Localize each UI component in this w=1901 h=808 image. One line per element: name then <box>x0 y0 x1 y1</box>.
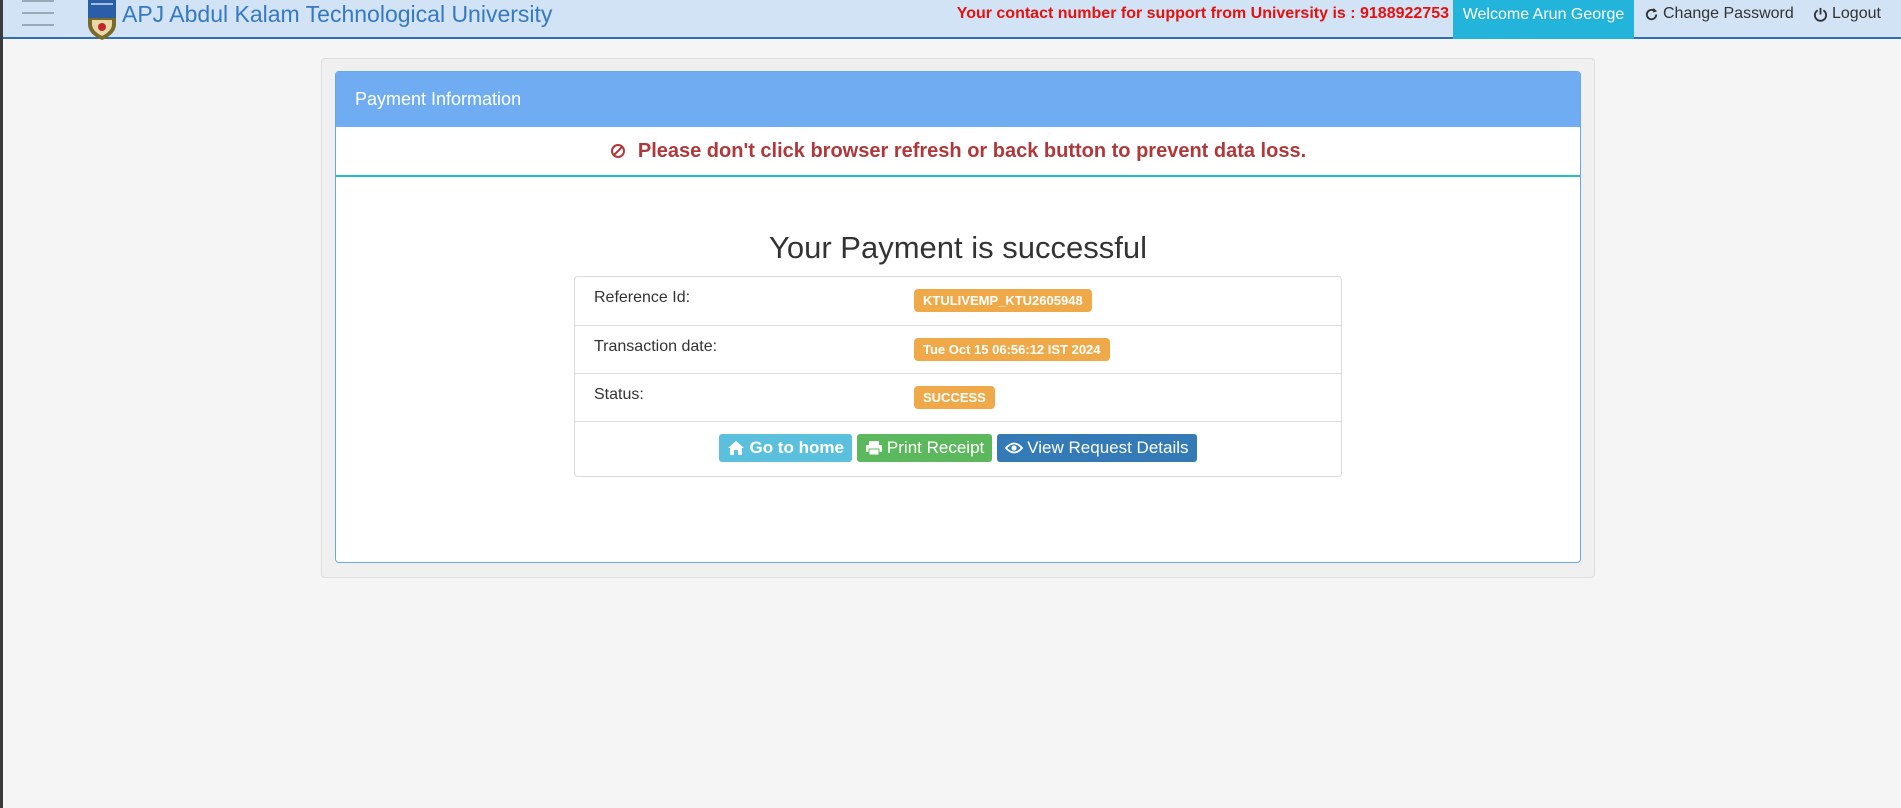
reference-id-badge: KTULIVEMP_KTU2605948 <box>914 289 1092 312</box>
payment-details-table: Reference Id: KTULIVEMP_KTU2605948 Trans… <box>574 276 1342 477</box>
power-icon <box>1813 7 1828 22</box>
logout-link[interactable]: Logout <box>1813 5 1881 23</box>
refresh-icon <box>1645 7 1658 20</box>
top-navbar: APJ Abdul Kalam Technological University… <box>3 0 1901 40</box>
go-to-home-label: Go to home <box>749 438 844 457</box>
view-request-details-button[interactable]: View Request Details <box>997 434 1197 462</box>
ban-icon <box>610 144 625 158</box>
status-badge: SUCCESS <box>914 386 995 409</box>
view-request-details-label: View Request Details <box>1027 438 1189 457</box>
panel-title: Payment Information <box>336 72 1580 127</box>
change-password-link[interactable]: Change Password <box>1644 5 1794 23</box>
warning-message: Please don't click browser refresh or ba… <box>336 127 1580 177</box>
transaction-date-label: Transaction date: <box>594 338 718 355</box>
payment-panel: Payment Information Please don't click b… <box>335 71 1581 563</box>
print-receipt-label: Print Receipt <box>886 438 985 457</box>
print-icon <box>865 441 882 456</box>
table-row: Transaction date: Tue Oct 15 06:56:12 IS… <box>575 326 1341 374</box>
status-label: Status: <box>594 386 644 403</box>
menu-icon[interactable] <box>22 0 54 27</box>
welcome-user[interactable]: Welcome Arun George <box>1453 0 1634 39</box>
table-row: Reference Id: KTULIVEMP_KTU2605948 <box>575 277 1341 326</box>
logout-label: Logout <box>1832 5 1881 22</box>
action-buttons: Go to home Print Receipt View Request De… <box>575 434 1341 462</box>
window-edge <box>0 0 3 808</box>
reference-id-label: Reference Id: <box>594 289 691 306</box>
print-receipt-button[interactable]: Print Receipt <box>856 434 993 462</box>
eye-icon <box>1005 442 1024 454</box>
support-contact-text: Your contact number for support from Uni… <box>956 5 1449 22</box>
brand-title[interactable]: APJ Abdul Kalam Technological University <box>122 1 552 27</box>
warning-text: Please don't click browser refresh or ba… <box>637 139 1307 162</box>
transaction-date-badge: Tue Oct 15 06:56:12 IST 2024 <box>914 338 1110 361</box>
go-to-home-button[interactable]: Go to home <box>719 434 852 462</box>
home-icon <box>728 441 745 455</box>
success-title: Your Payment is successful <box>769 230 1147 265</box>
university-logo <box>84 0 120 40</box>
change-password-label: Change Password <box>1663 5 1794 22</box>
table-row: Status: SUCCESS <box>575 374 1341 422</box>
